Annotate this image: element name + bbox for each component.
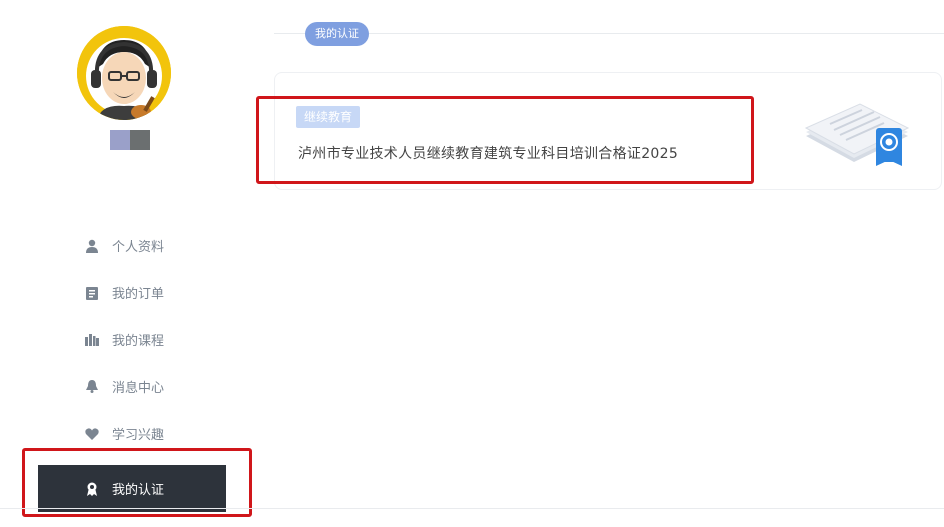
sidebar-item-label: 我的课程 — [112, 334, 165, 349]
highlight-box-sidebar — [22, 448, 252, 517]
sidebar-item-label: 个人资料 — [112, 240, 165, 255]
highlight-box-certificate — [256, 96, 754, 184]
sidebar-item-profile[interactable]: 个人资料 — [38, 222, 226, 269]
sidebar-item-courses[interactable]: 我的课程 — [38, 316, 226, 363]
username-swatch-1 — [110, 130, 130, 150]
person-icon — [84, 238, 100, 254]
sidebar-item-label: 消息中心 — [112, 381, 165, 396]
heart-icon — [84, 426, 100, 442]
certificate-illustration — [800, 92, 912, 170]
bell-icon — [84, 379, 100, 395]
username-masked — [110, 130, 150, 150]
avatar[interactable] — [77, 26, 171, 120]
sidebar-item-orders[interactable]: 我的订单 — [38, 269, 226, 316]
footer-divider — [0, 508, 944, 509]
section-title: 我的认证 — [305, 22, 369, 46]
avatar-illustration — [77, 26, 171, 120]
sidebar-item-label: 我的订单 — [112, 287, 165, 302]
sidebar-item-messages[interactable]: 消息中心 — [38, 363, 226, 410]
clipboard-icon — [84, 285, 100, 301]
document-stack-icon — [804, 103, 910, 166]
books-icon — [84, 332, 100, 348]
section-divider — [274, 33, 944, 34]
username-swatch-2 — [130, 130, 150, 150]
sidebar-item-label: 学习兴趣 — [112, 428, 165, 443]
